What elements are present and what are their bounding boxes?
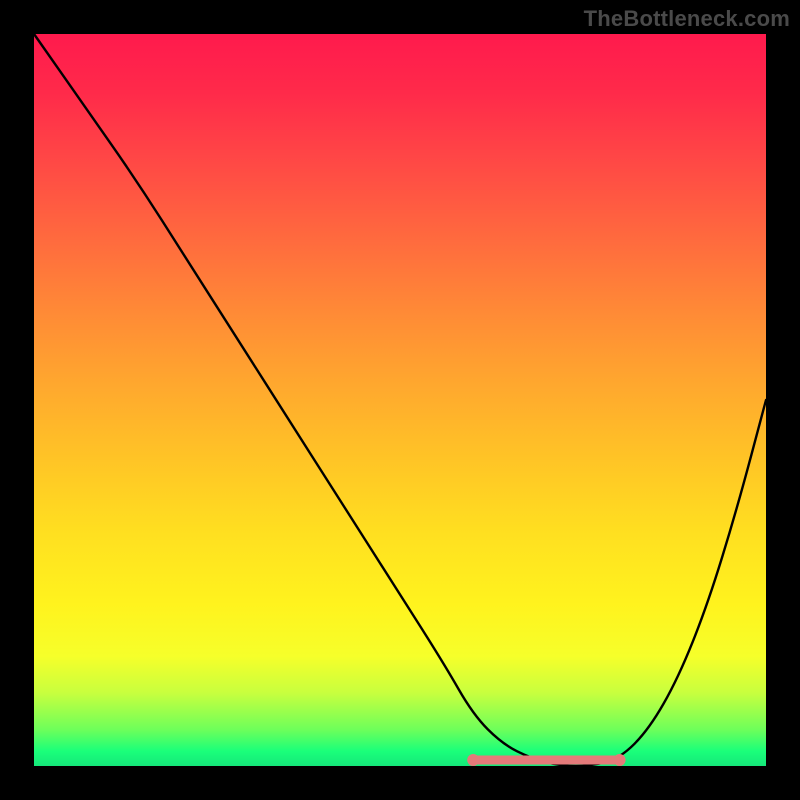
plot-area: [34, 34, 766, 766]
optimal-range-start-dot: [467, 754, 479, 766]
watermark-text: TheBottleneck.com: [584, 6, 790, 32]
chart-svg: [34, 34, 766, 766]
optimal-range-end-dot: [614, 754, 626, 766]
bottleneck-curve: [34, 34, 766, 766]
chart-frame: TheBottleneck.com: [0, 0, 800, 800]
